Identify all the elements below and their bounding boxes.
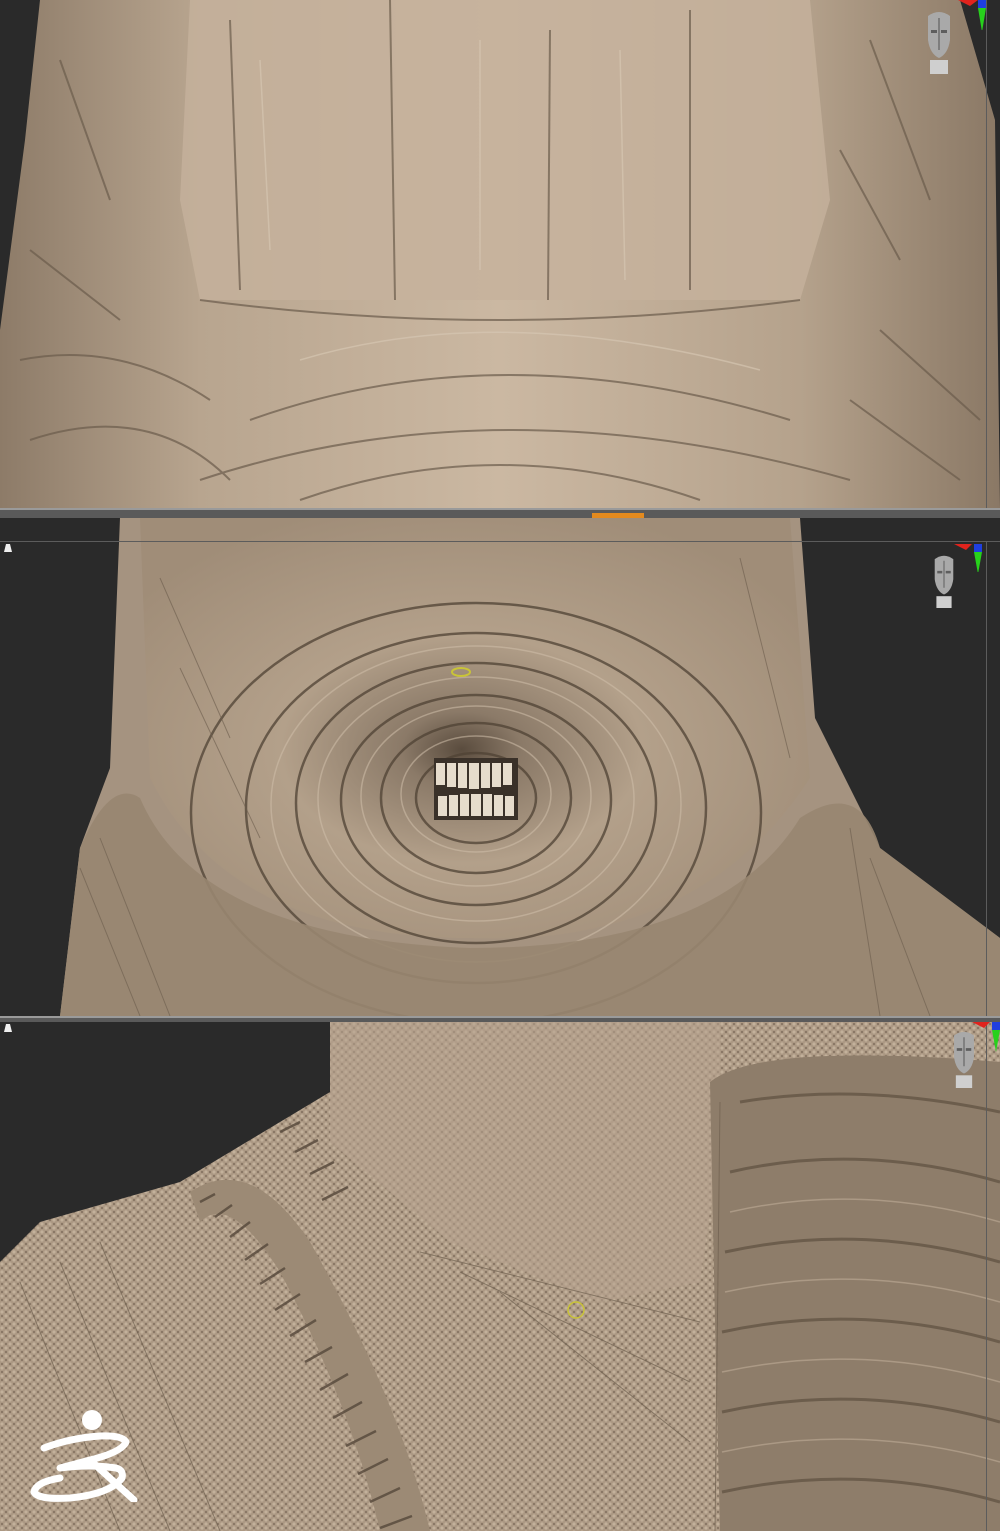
viewport-edge-guide [986, 541, 987, 1016]
viewport-edge-guide [986, 0, 987, 508]
viewport-top-guide [0, 541, 1000, 542]
viewport-middle[interactable] [0, 518, 1000, 1016]
brush-cursor [451, 667, 471, 677]
axis-gizmo-icon[interactable] [956, 0, 986, 30]
perspective-icon[interactable] [4, 544, 12, 552]
viewport-edge-guide [986, 1022, 987, 1531]
zbrush-logo-icon [30, 1408, 140, 1502]
brush-cursor [567, 1301, 585, 1319]
head-navigator-icon[interactable] [922, 10, 956, 74]
viewport-top[interactable] [0, 0, 1000, 508]
perspective-icon[interactable] [4, 1024, 12, 1032]
axis-gizmo-icon[interactable] [952, 542, 982, 572]
axis-gizmo-icon[interactable] [972, 1022, 1000, 1052]
sculpt-model-middle[interactable] [0, 518, 1000, 1016]
sculpt-model-bottom[interactable] [0, 1022, 1000, 1531]
viewport-divider[interactable] [0, 508, 1000, 518]
viewport-bottom[interactable] [0, 1022, 1000, 1531]
sculpt-model-top[interactable] [0, 0, 1000, 508]
